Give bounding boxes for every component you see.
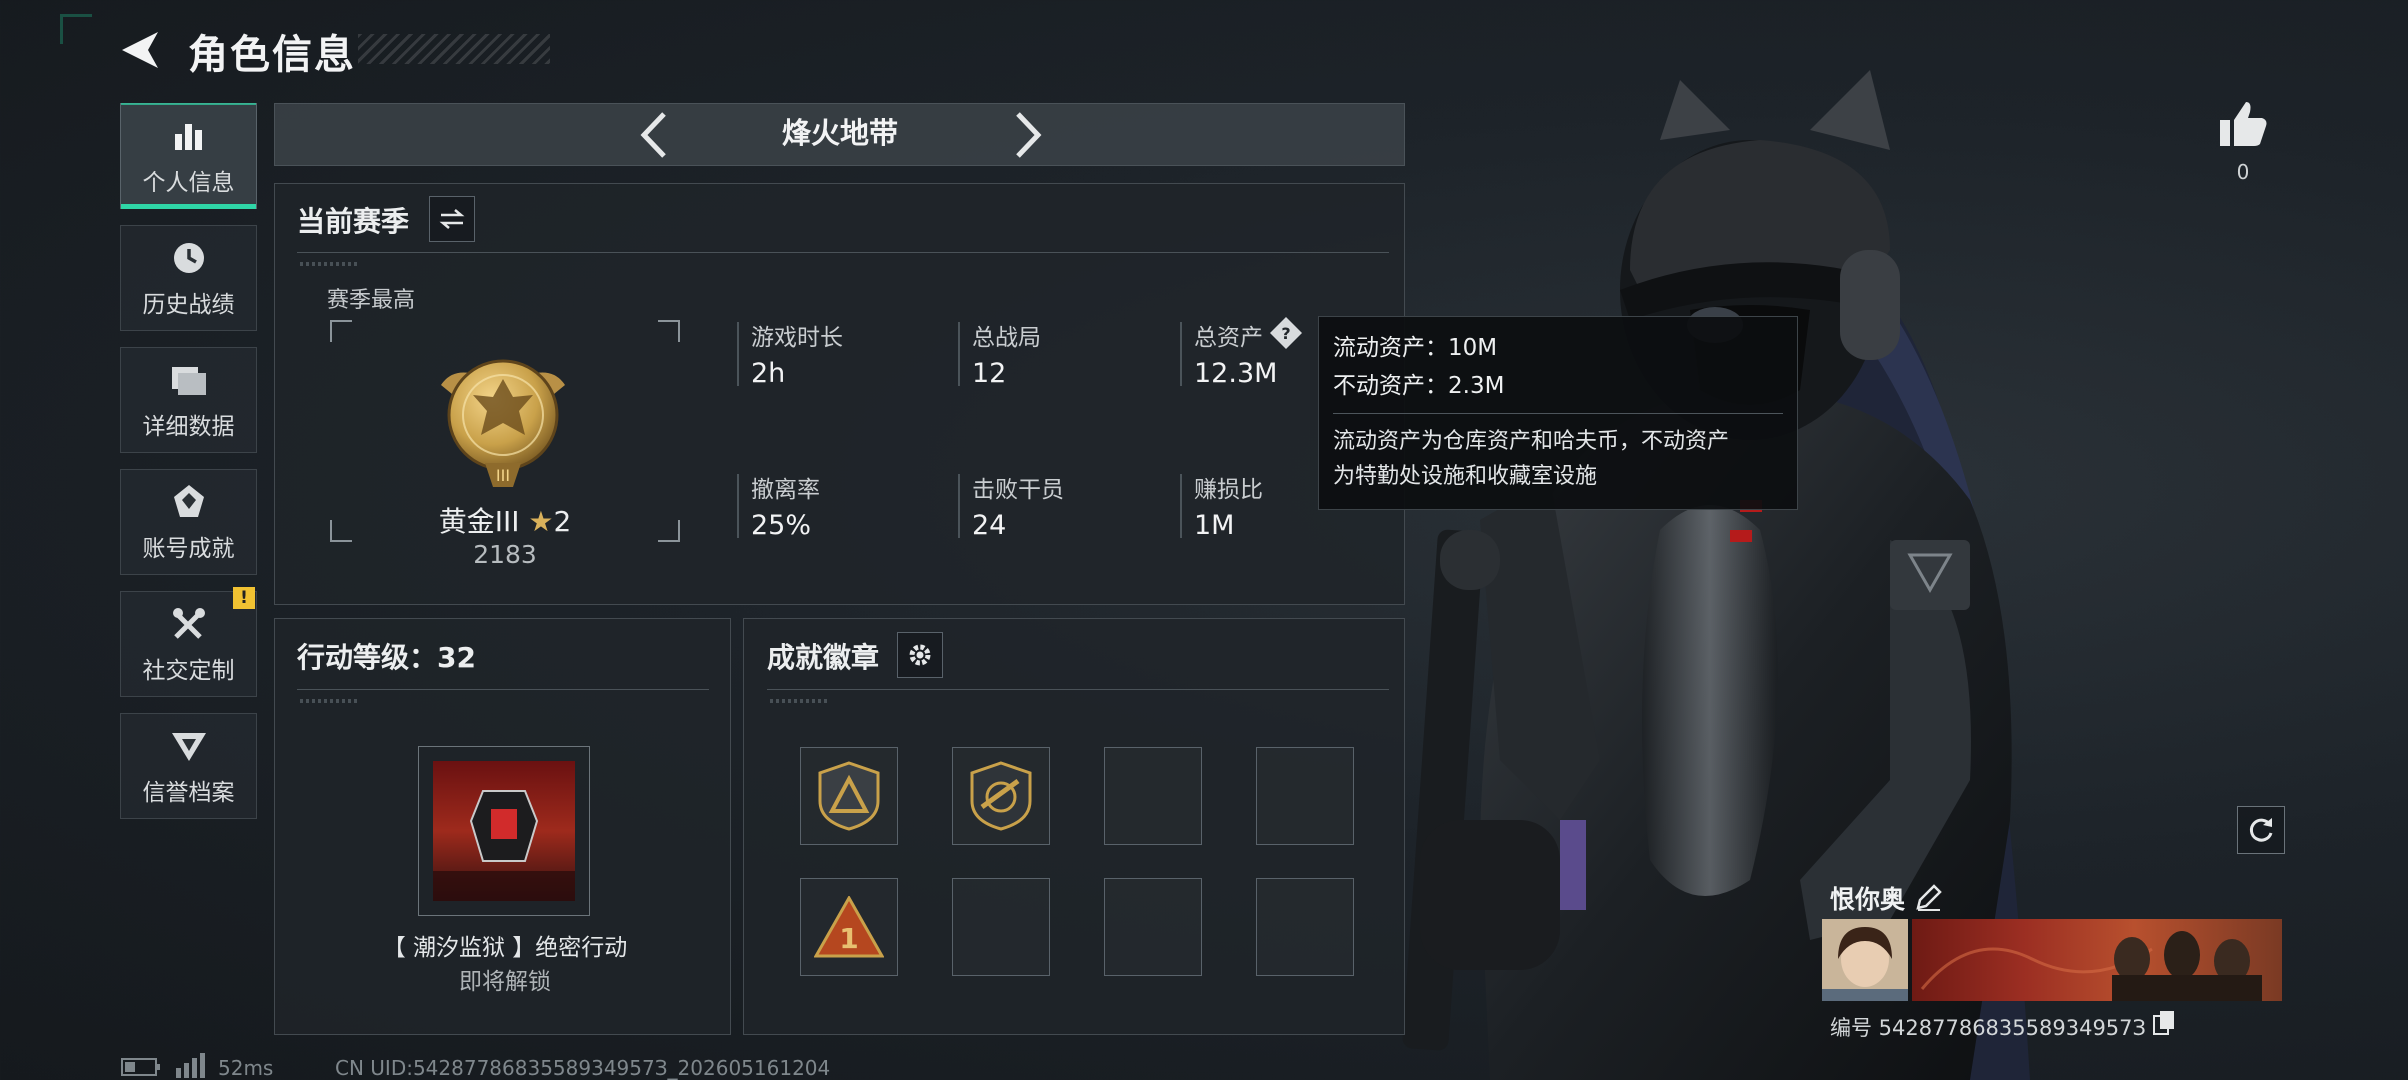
back-icon[interactable]: [118, 28, 166, 72]
rank-one-badge-icon: 1: [814, 896, 884, 958]
bar-chart-icon: [168, 115, 210, 157]
title-decoration: [358, 34, 550, 64]
avatar[interactable]: [1822, 919, 1908, 1001]
divider: [297, 252, 1389, 253]
sidebar-item-achievements[interactable]: 账号成就: [120, 469, 257, 575]
badge-slot-6[interactable]: [952, 878, 1050, 976]
tooltip-desc-line1: 流动资产为仓库资产和哈夫币，不动资产: [1333, 429, 1730, 454]
chevron-left-icon[interactable]: [630, 108, 680, 162]
refresh-icon: [2249, 818, 2273, 842]
svg-text:III: III: [496, 466, 510, 485]
ping-text: 52ms: [218, 1056, 274, 1080]
stat-play-time: 游戏时长 2h: [737, 318, 937, 398]
sidebar-item-details[interactable]: 详细数据: [120, 347, 257, 453]
player-banner[interactable]: [1912, 919, 2282, 1001]
star-icon: ★: [528, 505, 554, 538]
badge-slot-7[interactable]: [1104, 878, 1202, 976]
thumbs-up-icon[interactable]: [2218, 100, 2268, 148]
battery-icon: [121, 1058, 161, 1076]
refresh-button[interactable]: [2237, 806, 2285, 854]
alert-badge: !: [233, 587, 255, 609]
badge-slot-4[interactable]: [1256, 747, 1354, 845]
assets-tooltip: 流动资产：10M 不动资产：2.3M 流动资产为仓库资产和哈夫币，不动资产 为特…: [1318, 316, 1798, 510]
operation-name: 【 潮汐监狱 】绝密行动: [382, 935, 628, 961]
sidebar-item-label: 账号成就: [142, 536, 235, 562]
badge-slot-5[interactable]: 1: [800, 878, 898, 976]
gold-rank-emblem: III: [433, 345, 573, 497]
chevron-right-icon[interactable]: [1002, 108, 1052, 162]
stat-extraction-rate: 撤离率 25%: [737, 470, 937, 550]
reputation-icon: [168, 725, 210, 767]
player-name: 恨你奥: [1830, 885, 1906, 914]
swap-icon: [439, 209, 465, 229]
rank-score: 2183: [473, 540, 537, 569]
help-icon[interactable]: ?: [1269, 316, 1303, 350]
page-title: 角色信息: [188, 32, 356, 78]
svg-text:?: ?: [1281, 324, 1290, 343]
divider: [767, 689, 1389, 690]
sidebar-item-history[interactable]: 历史战绩: [120, 225, 257, 331]
tooltip-liquid-assets: 流动资产：10M: [1333, 335, 1498, 361]
badge-slot-8[interactable]: [1256, 878, 1354, 976]
clock-icon: [168, 237, 210, 279]
sidebar-item-reputation[interactable]: 信誉档案: [120, 713, 257, 819]
divider-dots: [770, 699, 830, 703]
badge-slot-1[interactable]: [800, 747, 898, 845]
rifle-shield-badge-icon: [970, 761, 1032, 831]
signal-icon: [174, 1052, 208, 1078]
svg-text:1: 1: [839, 922, 858, 955]
copy-icon[interactable]: [2152, 1010, 2176, 1036]
rank-name: 黄金III ★2: [438, 505, 572, 538]
mode-title: 烽火地带: [781, 116, 898, 150]
sidebar-item-label: 详细数据: [142, 414, 235, 440]
sidebar-item-profile[interactable]: 个人信息: [120, 103, 257, 209]
sidebar-item-label: 个人信息: [142, 170, 235, 196]
folder-icon: [168, 359, 210, 401]
player-id: 编号 5428778683558934957З: [1830, 1016, 2146, 1040]
gear-icon: [909, 644, 931, 666]
tooltip-desc-line2: 为特勤处设施和收藏室设施: [1333, 464, 1598, 489]
badge-slot-2[interactable]: [952, 747, 1050, 845]
stat-operators-defeated: 击败干员 24: [958, 470, 1158, 550]
sidebar-item-label: 信誉档案: [142, 780, 235, 806]
swap-season-button[interactable]: [429, 196, 475, 242]
sidebar-item-label: 历史战绩: [142, 292, 235, 318]
achievement-icon: [168, 481, 210, 523]
tooltip-fixed-assets: 不动资产：2.3M: [1333, 373, 1505, 399]
season-title: 当前赛季: [297, 205, 410, 238]
corner-decoration: [60, 14, 92, 44]
tools-icon: [168, 603, 210, 645]
operation-status: 即将解锁: [459, 969, 551, 995]
divider-dots: [300, 699, 360, 703]
delta-shield-badge-icon: [818, 761, 880, 831]
divider-dots: [300, 262, 360, 266]
like-count: 0: [2236, 160, 2250, 184]
edit-icon[interactable]: [1914, 882, 1944, 912]
divider: [297, 689, 709, 690]
sidebar-item-label: 社交定制: [142, 658, 235, 684]
badge-settings-button[interactable]: [897, 632, 943, 678]
badge-title: 成就徽章: [767, 641, 880, 674]
season-best-label: 赛季最高: [327, 288, 416, 313]
uid-text: CN UID:5428778683558934957З_202605161204: [335, 1056, 831, 1080]
operation-thumbnail[interactable]: [418, 746, 590, 916]
stat-total-matches: 总战局 12: [958, 318, 1158, 398]
level-title: 行动等级：32: [297, 641, 476, 674]
badge-slot-3[interactable]: [1104, 747, 1202, 845]
